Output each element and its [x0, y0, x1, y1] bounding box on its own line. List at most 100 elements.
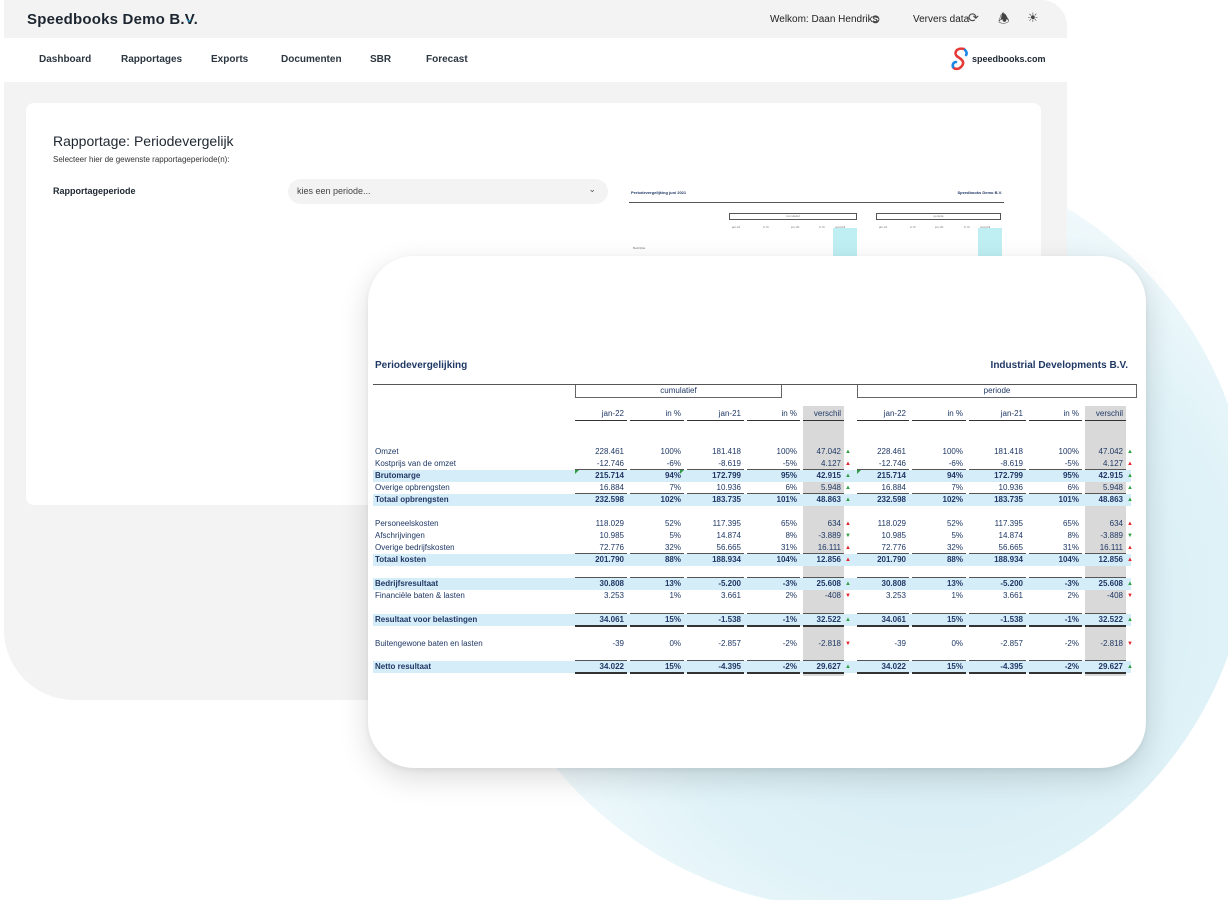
arrow-down-icon: ▼ — [1127, 593, 1133, 599]
subtotal-line — [687, 577, 744, 578]
table-cell: 8% — [785, 531, 797, 540]
subtotal-line — [912, 613, 966, 614]
subtotal-line — [969, 553, 1026, 554]
table-cell: 14.874 — [998, 531, 1023, 540]
theme-toggle-icon[interactable]: ☀ — [1027, 10, 1039, 26]
total-line — [687, 671, 744, 674]
row-label: Financiële baten & lasten — [375, 591, 465, 600]
company-name[interactable]: Speedbooks Demo B.V. — [27, 11, 198, 28]
arrow-up-icon: ▲ — [1127, 461, 1133, 467]
subtotal-line — [575, 469, 627, 470]
subtotal-line — [857, 660, 909, 661]
speedbooks-logo[interactable]: speedbooks.com — [950, 46, 1050, 72]
table-row: Brutomarge 215.714 94% 172.799 95% 42.915 ▲ 215… — [368, 470, 1146, 482]
table-cell: 634 — [827, 519, 841, 528]
table-cell: 3.661 — [1002, 591, 1023, 600]
nav-documenten[interactable]: Documenten — [281, 54, 342, 65]
table-row: Buitengewone baten en lasten -39 0% -2.857 -… — [368, 638, 1146, 650]
period-select[interactable]: kies een periode... ⌄ — [288, 179, 608, 204]
subtotal-line — [969, 493, 1026, 494]
row-label: Bedrijfsresultaat — [375, 579, 439, 588]
table-cell: 215.714 — [595, 471, 624, 480]
total-line — [747, 624, 800, 627]
table-cell: 0% — [951, 639, 963, 648]
subtotal-line — [803, 553, 844, 554]
arrow-up-icon: ▲ — [1127, 497, 1133, 503]
row-label: Omzet — [375, 447, 399, 456]
subtotal-line — [1029, 577, 1082, 578]
subtotal-line — [575, 493, 627, 494]
table-cell: 94% — [946, 471, 963, 480]
table-cell: 104% — [1058, 555, 1079, 564]
chevron-down-icon[interactable]: ⌄ — [184, 11, 194, 25]
logout-icon[interactable]: ➲ — [870, 11, 881, 27]
arrow-up-icon: ▲ — [1127, 664, 1133, 670]
row-label: Brutomarge — [375, 471, 421, 480]
refresh-icon[interactable]: ⟳ — [968, 10, 979, 26]
nav-sbr[interactable]: SBR — [370, 54, 391, 65]
table-cell: -3.889 — [1100, 531, 1123, 540]
column-header: verschil — [1085, 408, 1126, 421]
arrow-up-icon: ▲ — [845, 485, 851, 491]
subtotal-line — [912, 493, 966, 494]
arrow-down-icon: ▼ — [845, 641, 851, 647]
report-tablet: Periodevergelijking Industrial Developme… — [368, 256, 1146, 768]
table-cell: 2% — [1067, 591, 1079, 600]
table-cell: 100% — [776, 447, 797, 456]
bell-icon[interactable]: 🕭 — [998, 10, 1010, 32]
table-row: Financiële baten & lasten 3.253 1% 3.661 2% -… — [368, 590, 1146, 602]
subtotal-line — [747, 613, 800, 614]
table-cell: 172.799 — [712, 471, 741, 480]
table-cell: 117.395 — [994, 519, 1023, 528]
subtotal-line — [1085, 553, 1126, 554]
chevron-down-icon: ⌄ — [588, 184, 596, 194]
table-row: Omzet 228.461 100% 181.418 100% 47.042 ▲ 228.46… — [368, 446, 1146, 458]
table-cell: -2% — [782, 639, 797, 648]
main-nav: Dashboard Rapportages Exports Documenten… — [4, 38, 1067, 82]
table-row: Afschrijvingen 10.985 5% 14.874 8% -3.889 ▼ 10.… — [368, 530, 1146, 542]
table-row: Totaal opbrengsten 232.598 102% 183.735 101%… — [368, 494, 1146, 506]
subtotal-line — [803, 613, 844, 614]
total-line — [575, 671, 627, 674]
table-cell: 48.863 — [1098, 495, 1123, 504]
nav-rapportages[interactable]: Rapportages — [121, 54, 182, 65]
subtotal-line — [575, 553, 627, 554]
table-cell: 102% — [660, 495, 681, 504]
table-cell: -2.818 — [818, 639, 841, 648]
subtotal-line — [803, 493, 844, 494]
arrow-up-icon: ▲ — [1127, 617, 1133, 623]
report-company: Industrial Developments B.V. — [990, 360, 1128, 371]
table-cell: 104% — [776, 555, 797, 564]
welcome-text: Welkom: Daan Hendriks — [770, 14, 878, 25]
arrow-up-icon: ▲ — [1127, 485, 1133, 491]
table-cell: 13% — [946, 579, 963, 588]
arrow-up-icon: ▲ — [845, 545, 851, 551]
nav-forecast[interactable]: Forecast — [426, 54, 468, 65]
arrow-up-icon: ▲ — [845, 461, 851, 467]
table-cell: 232.598 — [595, 495, 624, 504]
total-line — [912, 624, 966, 627]
nav-dashboard[interactable]: Dashboard — [39, 54, 91, 65]
refresh-label[interactable]: Ververs data — [913, 14, 969, 25]
table-cell: 232.598 — [877, 495, 906, 504]
total-line — [969, 671, 1026, 674]
subtotal-line — [687, 493, 744, 494]
subtotal-line — [575, 577, 627, 578]
table-cell: -2.818 — [1100, 639, 1123, 648]
table-cell: 88% — [946, 555, 963, 564]
total-line — [747, 671, 800, 674]
total-line — [630, 671, 684, 674]
table-cell: 215.714 — [877, 471, 906, 480]
subtotal-line — [803, 469, 844, 470]
column-header: jan-21 — [969, 408, 1026, 421]
table-cell: 25.608 — [1098, 579, 1123, 588]
nav-exports[interactable]: Exports — [211, 54, 248, 65]
column-header: verschil — [803, 408, 844, 421]
arrow-up-icon: ▲ — [845, 557, 851, 563]
total-line — [912, 671, 966, 674]
arrow-up-icon: ▲ — [845, 521, 851, 527]
table-cell: 12.856 — [816, 555, 841, 564]
table-cell: 1% — [669, 591, 681, 600]
table-cell: 181.418 — [712, 447, 741, 456]
arrow-up-icon: ▲ — [1127, 521, 1133, 527]
